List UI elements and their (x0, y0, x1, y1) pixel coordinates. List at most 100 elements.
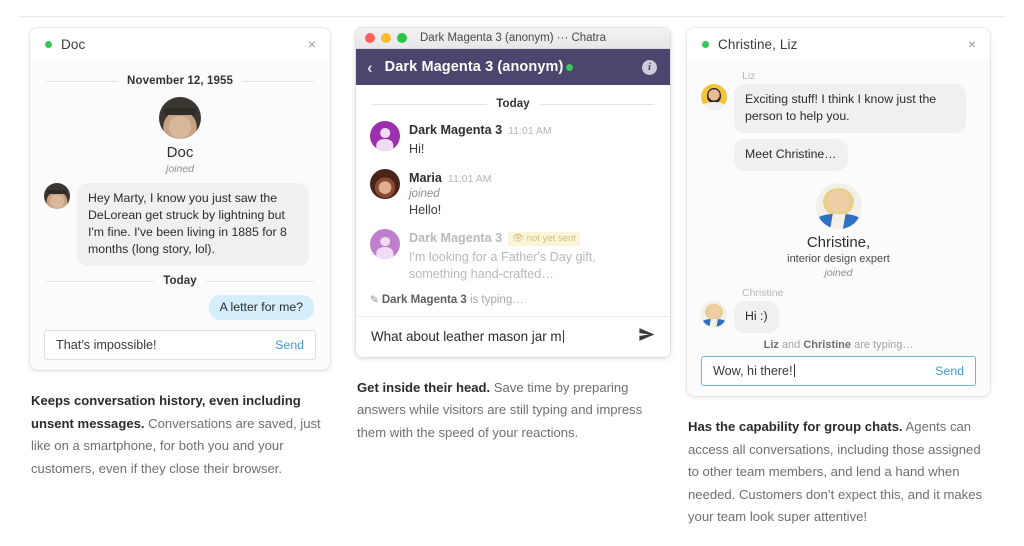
doc-avatar (159, 97, 201, 139)
typing-indicator: ✎Dark Magenta 3 is typing… (356, 285, 670, 317)
app-header: ‹ Dark Magenta 3 (anonym) i (356, 49, 670, 85)
minimize-traffic-light-icon[interactable] (381, 33, 391, 43)
liz-avatar (701, 84, 727, 110)
message-composer[interactable]: Wow, hi there! Send (701, 356, 976, 386)
widget-title: Doc (61, 37, 85, 52)
message-time: 11:01 AM (448, 173, 492, 185)
anonymous-avatar (370, 121, 400, 151)
column-keeps-history: Doc × November 12, 1955 Doc joined Hey (0, 28, 341, 542)
message-row: Hi :) (701, 301, 976, 333)
date-separator-label: November 12, 1955 (127, 75, 233, 87)
join-label: joined (701, 267, 976, 279)
typing-suffix: is typing… (467, 294, 524, 306)
message-text: Hello! (409, 202, 492, 219)
caption-bold: Get inside their head. (357, 380, 490, 395)
message-input-value: What about leather mason jar m (371, 329, 562, 344)
message-input[interactable]: Wow, hi there! (713, 364, 925, 378)
date-separator: November 12, 1955 (46, 75, 314, 87)
outgoing-message-row: A letter for me? (46, 295, 314, 320)
joined-label: joined (409, 188, 492, 200)
widget-body: November 12, 1955 Doc joined Hey Marty, … (30, 60, 330, 370)
close-icon[interactable]: × (306, 35, 318, 53)
christine-avatar (701, 301, 727, 327)
message-composer[interactable]: That’s impossible! Send (44, 330, 316, 360)
info-icon[interactable]: i (642, 60, 657, 75)
message-text: I'm looking for a Father's Day gift, som… (409, 249, 656, 282)
conversation-title: Dark Magenta 3 (anonym) (385, 59, 564, 75)
join-name: Doc (44, 144, 316, 161)
message-row: Meet Christine… (734, 139, 976, 171)
message-meta: Maria 11:01 AM (409, 169, 492, 187)
caption-group-chats: Has the capability for group chats. Agen… (687, 416, 990, 529)
send-button[interactable]: Send (935, 364, 964, 378)
anonymous-avatar (370, 229, 400, 259)
sender-name: Dark Magenta 3 (409, 231, 502, 245)
column-group-chats: Christine, Liz × Liz Exciting stuff! I t… (682, 28, 1023, 542)
message-content: Dark Magenta 3 11:01 AM Hi! (409, 121, 552, 158)
chevron-left-icon[interactable]: ‹ (367, 59, 373, 76)
text-caret (794, 364, 795, 377)
message-meta: Dark Magenta 3 11:01 AM (409, 121, 552, 139)
close-icon[interactable]: × (966, 35, 978, 53)
message-text: Hi! (409, 141, 552, 158)
join-label: joined (44, 163, 316, 175)
typing-name-1: Liz (764, 339, 779, 351)
widget-title: Christine, Liz (718, 37, 797, 52)
today-separator-label: Today (496, 98, 530, 110)
pencil-icon: ✎ (370, 294, 379, 306)
sender-label: Christine (742, 287, 976, 299)
desktop-app-window: Dark Magenta 3 (anonym) ··· Chatra ‹ Dar… (356, 28, 670, 357)
message-bubble: Hey Marty, I know you just saw the DeLor… (77, 183, 309, 266)
sender-name: Dark Magenta 3 (409, 123, 502, 137)
typing-name: Dark Magenta 3 (382, 294, 467, 306)
maximize-traffic-light-icon[interactable] (397, 33, 407, 43)
close-traffic-light-icon[interactable] (365, 33, 375, 43)
join-notice: Doc joined (44, 95, 316, 183)
message-input[interactable]: What about leather mason jar m (371, 329, 630, 344)
message-input-value: Wow, hi there! (713, 364, 793, 378)
christine-avatar (816, 183, 862, 229)
window-titlebar: Dark Magenta 3 (anonym) ··· Chatra (356, 28, 670, 49)
outgoing-message-bubble: A letter for me? (209, 295, 314, 320)
text-caret (563, 330, 564, 343)
conversation-body: Today Dark Magenta 3 11:01 AM Hi! (356, 85, 670, 317)
message-composer[interactable]: What about leather mason jar m (356, 317, 670, 357)
online-status-icon (702, 41, 709, 48)
send-button[interactable]: Send (275, 338, 304, 352)
typing-suffix: are typing… (851, 339, 913, 351)
message-row: Exciting stuff! I think I know just the … (701, 84, 976, 133)
message-meta: Dark Magenta 3 👁︎ not yet sent (409, 229, 656, 247)
today-separator: Today (46, 275, 314, 287)
not-yet-sent-label: not yet sent (527, 233, 576, 244)
caption-rest: Agents can access all conversations, inc… (688, 419, 982, 524)
caption-bold: Has the capability for group chats. (688, 419, 903, 434)
typing-indicator: Liz and Christine are typing… (701, 339, 976, 351)
chat-widget-group: Christine, Liz × Liz Exciting stuff! I t… (687, 28, 990, 396)
chat-widget-doc: Doc × November 12, 1955 Doc joined Hey (30, 28, 330, 370)
join-notice: Christine, interior design expert joined (701, 177, 976, 287)
widget-header: Christine, Liz × (687, 28, 990, 60)
top-divider (18, 16, 1006, 17)
message-bubble: Exciting stuff! I think I know just the … (734, 84, 966, 133)
sender-name: Maria (409, 171, 442, 185)
caption-keeps-history: Keeps conversation history, even includi… (30, 390, 330, 480)
message-row-draft: Dark Magenta 3 👁︎ not yet sent I'm lookin… (370, 229, 656, 282)
widget-body: Liz Exciting stuff! I think I know just … (687, 60, 990, 396)
join-name: Christine, (701, 234, 976, 251)
typing-name-2: Christine (803, 339, 851, 351)
message-row: Maria 11:01 AM joined Hello! (370, 169, 656, 219)
today-separator-label: Today (163, 275, 197, 287)
message-content: Dark Magenta 3 👁︎ not yet sent I'm lookin… (409, 229, 656, 282)
paper-plane-icon[interactable] (638, 326, 655, 348)
maria-avatar (370, 169, 400, 199)
panels-row: Doc × November 12, 1955 Doc joined Hey (0, 28, 1024, 542)
message-row: Hey Marty, I know you just saw the DeLor… (44, 183, 316, 266)
not-yet-sent-badge: 👁︎ not yet sent (508, 232, 580, 246)
message-input[interactable]: That’s impossible! (56, 338, 265, 352)
message-row: Dark Magenta 3 11:01 AM Hi! (370, 121, 656, 158)
message-time: 11:01 AM (508, 125, 552, 137)
today-separator: Today (372, 98, 654, 110)
message-bubble: Meet Christine… (734, 139, 848, 171)
online-status-icon (45, 41, 52, 48)
page-root: Doc × November 12, 1955 Doc joined Hey (0, 0, 1024, 546)
